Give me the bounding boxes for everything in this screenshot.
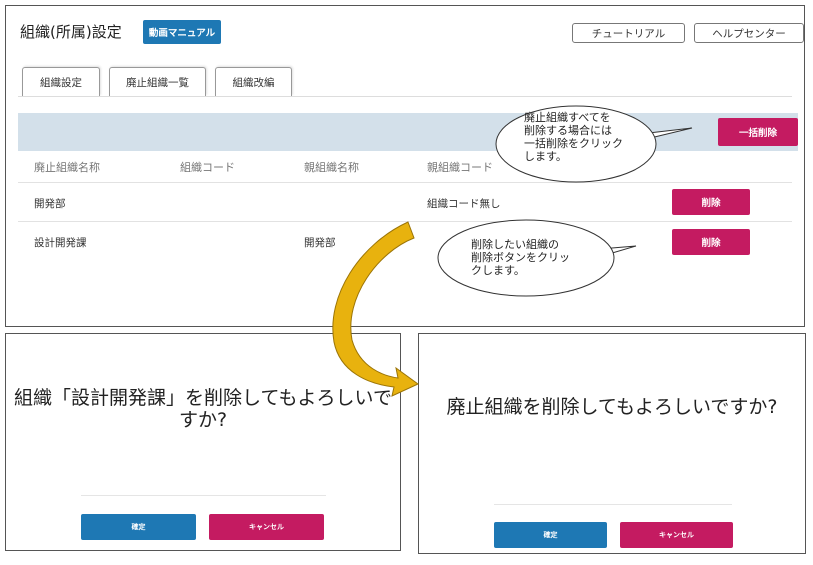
- curved-arrow-icon: [332, 221, 419, 397]
- callout-text-single: 削除したい組織の 削除ボタンをクリッ クします。: [471, 238, 570, 277]
- callout-text-bulk: 廃止組織すべてを 削除する場合には 一括削除をクリック します。: [524, 111, 623, 163]
- annotation-overlay: [332, 105, 693, 397]
